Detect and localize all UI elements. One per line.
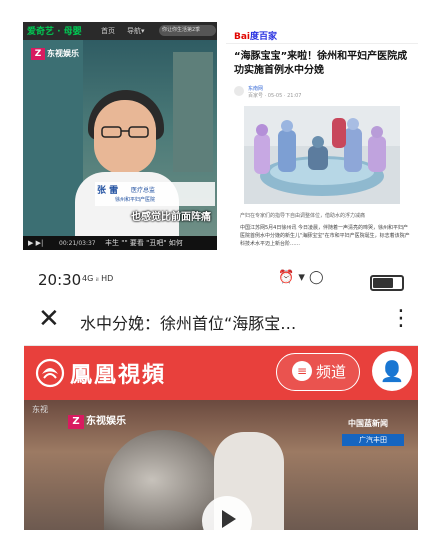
- baidu-article-panel: Bai度百家 “海豚宝宝”来啦！徐州和平妇产医院成功实施首例水中分娩 东南网 百…: [226, 22, 418, 250]
- channel-label[interactable]: 频道: [316, 361, 346, 382]
- phoenix-brand-name: 鳳凰視頻: [70, 363, 167, 388]
- bottom-caption: 丰生 "" 要看 "丑吧" 如何: [105, 239, 183, 247]
- source-avatar: [234, 86, 244, 96]
- signal-icon: 4G ᵢₗ HD: [82, 274, 114, 283]
- baidu-logo[interactable]: Bai度百家: [234, 29, 277, 42]
- page-title: 水中分娩：徐州首位“海豚宝…: [80, 314, 297, 333]
- news-logo: 中国蓝新闻: [348, 419, 388, 428]
- video-corner-text: 东视: [32, 405, 48, 414]
- header-divider: [226, 43, 418, 44]
- person-name: 张 雷: [97, 186, 119, 196]
- menu-icon[interactable]: ≡: [292, 361, 312, 381]
- phoenix-logo-icon: [35, 358, 65, 388]
- video-channel-logo: Z 东视娱乐: [68, 412, 126, 429]
- background-machine: [173, 52, 213, 172]
- status-clock: 20:30: [38, 271, 82, 289]
- article-date: 百家号 · 05-05 · 21:07: [248, 93, 302, 99]
- glasses-icon: [101, 126, 149, 138]
- background-wall: [23, 40, 83, 236]
- phoenix-mobile-panel: 20:30 4G ᵢₗ HD ⏰ ▾ ◯ ✕ 水中分娩：徐州首位“海豚宝… ⋮ …: [24, 262, 418, 530]
- person-role: 医疗总监: [131, 187, 156, 194]
- play-icon[interactable]: ▶ ▶|: [28, 239, 43, 247]
- photo-caption: 产妇在专家们的指导下自由调整体位，借助水的浮力减痛: [240, 213, 366, 219]
- playback-time: 00:21/03:37: [59, 240, 96, 247]
- nav-item-home[interactable]: 首页: [101, 26, 115, 36]
- article-title: “海豚宝宝”来啦！徐州和平妇产医院成功实施首例水中分娩: [234, 51, 408, 76]
- user-icon[interactable]: 👤: [372, 351, 412, 391]
- nav-item-guide[interactable]: 导航▾: [127, 26, 145, 36]
- article-source[interactable]: 东南网: [248, 85, 263, 92]
- search-input[interactable]: 你让你生活第2季: [159, 25, 216, 36]
- iqiyi-logo[interactable]: 爱奇艺 · 母婴: [27, 24, 82, 37]
- article-photo[interactable]: [244, 106, 400, 204]
- more-vertical-icon[interactable]: ⋮: [390, 306, 412, 331]
- channel-logo: Z 东视娱乐: [31, 48, 87, 64]
- iqiyi-video-panel: 爱奇艺 · 母婴 首页 导航▾ 你让你生活第2季 Z 东视娱乐 张 雷 医疗总监 …: [23, 22, 217, 250]
- status-icons: ⏰ ▾ ◯: [278, 270, 324, 285]
- battery-icon: [370, 275, 404, 291]
- video-subtitle: 也感觉比前面阵痛: [131, 212, 211, 223]
- sponsor-badge: 广汽丰田: [342, 434, 404, 446]
- article-body: 中国江苏网5月4日徐州讯 今日凌晨，伴随着一声清亮的啼哭，徐州和平妇产医院首例水…: [240, 225, 410, 247]
- close-icon[interactable]: ✕: [38, 304, 60, 334]
- person-org: 徐州和平妇产医院: [115, 197, 156, 203]
